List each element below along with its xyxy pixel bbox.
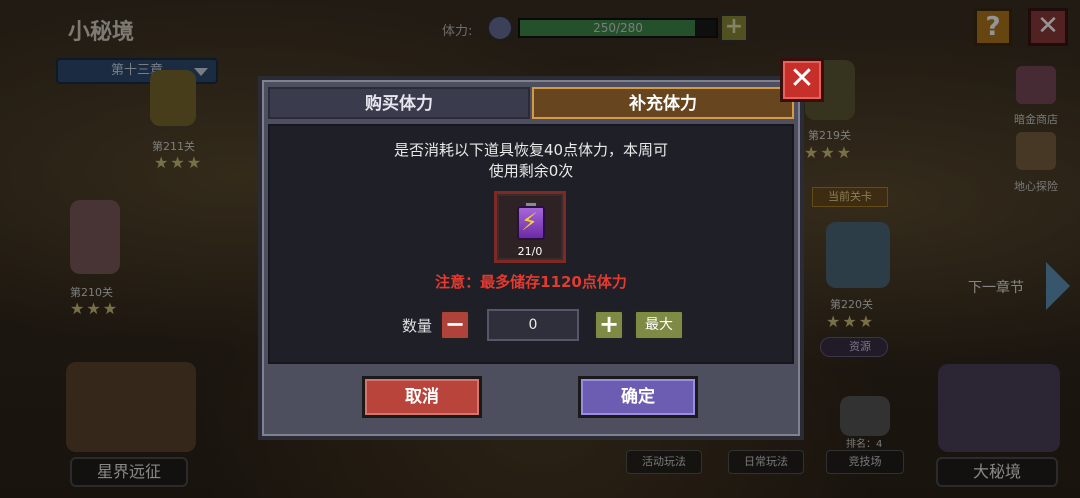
quantity-increase-button[interactable]: + <box>594 310 624 340</box>
confirm-button[interactable]: 确定 <box>578 376 698 418</box>
quantity-decrease-button[interactable]: − <box>440 310 470 340</box>
quantity-label: 数量 <box>402 317 433 335</box>
quantity-max-button[interactable]: 最大 <box>634 310 684 340</box>
storage-warning: 注意：最多储存1120点体力 <box>435 273 627 291</box>
dialog-close-button[interactable]: ✕ <box>780 58 824 102</box>
dialog-description-line1: 是否消耗以下道具恢复40点体力，本周可 <box>393 141 669 159</box>
stamina-item-slot[interactable]: ⚡ 21/0 <box>494 191 566 263</box>
item-count: 21/0 <box>517 245 543 258</box>
dialog-description-line2: 使用剩余0次 <box>488 162 574 180</box>
quantity-input[interactable]: 0 <box>487 309 579 341</box>
tab-refill-stamina[interactable]: 补充体力 <box>532 87 794 119</box>
cancel-button[interactable]: 取消 <box>362 376 482 418</box>
lightning-icon: ⚡ <box>521 208 538 236</box>
tab-buy-stamina[interactable]: 购买体力 <box>268 87 530 119</box>
